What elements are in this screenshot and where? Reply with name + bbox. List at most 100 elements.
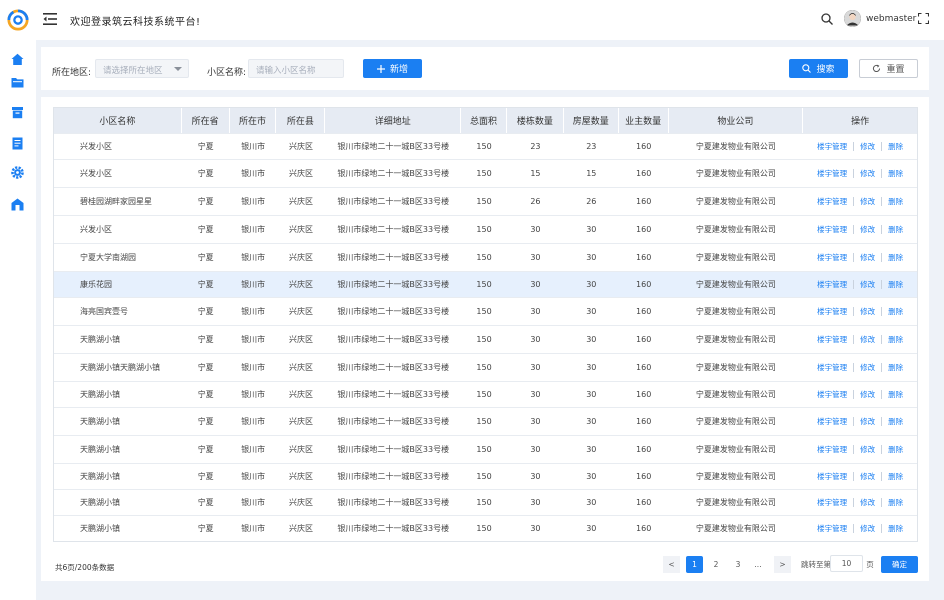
community-name-input[interactable]: 请输入小区名称 <box>248 59 344 78</box>
cell-area: 150 <box>476 253 492 262</box>
table-row[interactable]: 天鹏湖小镇 宁夏 银川市 兴庆区 银川市绿地二十一城B区33号楼 150 30 30 160 宁夏… <box>54 515 917 541</box>
avatar[interactable] <box>844 10 861 27</box>
table-row[interactable]: 兴发小区 宁夏 银川市 兴庆区 银川市绿地二十一城B区33号楼 150 30 30 160 宁夏建… <box>54 215 917 243</box>
edit-link[interactable]: 修改 <box>860 362 875 373</box>
delete-link[interactable]: 删除 <box>888 334 903 345</box>
action-divider <box>853 335 855 344</box>
table-row[interactable]: 天鹏湖小镇 宁夏 银川市 兴庆区 银川市绿地二十一城B区33号楼 150 30 30 160 宁夏… <box>54 407 917 435</box>
action-divider <box>853 498 855 507</box>
edit-link[interactable]: 修改 <box>860 389 875 400</box>
building-manage-link[interactable]: 楼宇管理 <box>817 389 847 400</box>
edit-link[interactable]: 修改 <box>860 168 875 179</box>
logo-icon <box>7 9 29 31</box>
delete-link[interactable]: 删除 <box>888 471 903 482</box>
table-row[interactable]: 海亮国宾壹号 宁夏 银川市 兴庆区 银川市绿地二十一城B区33号楼 150 30 30 160 宁… <box>54 297 917 325</box>
table-row[interactable]: 宁夏大学南湖园 宁夏 银川市 兴庆区 银川市绿地二十一城B区33号楼 150 30 30 160… <box>54 243 917 271</box>
row-actions: 楼宇管理 修改 删除 <box>803 523 917 534</box>
building-manage-link[interactable]: 楼宇管理 <box>817 362 847 373</box>
delete-link[interactable]: 删除 <box>888 444 903 455</box>
delete-link[interactable]: 删除 <box>888 523 903 534</box>
table-row[interactable]: 天鹏湖小镇 宁夏 银川市 兴庆区 银川市绿地二十一城B区33号楼 150 30 30 160 宁夏… <box>54 463 917 489</box>
region-select[interactable]: 请选择所在地区 <box>95 59 189 78</box>
building-manage-link[interactable]: 楼宇管理 <box>817 252 847 263</box>
building-manage-link[interactable]: 楼宇管理 <box>817 444 847 455</box>
jump-page-input[interactable]: 10 <box>830 555 863 572</box>
home-icon[interactable] <box>11 53 24 66</box>
building-manage-link[interactable]: 楼宇管理 <box>817 224 847 235</box>
edit-link[interactable]: 修改 <box>860 141 875 152</box>
edit-link[interactable]: 修改 <box>860 196 875 207</box>
column-header: 所在市 <box>230 108 277 133</box>
edit-link[interactable]: 修改 <box>860 306 875 317</box>
edit-link[interactable]: 修改 <box>860 497 875 508</box>
action-divider <box>853 363 855 372</box>
page-3-button[interactable]: 3 <box>731 556 745 573</box>
table-row[interactable]: 天鹏湖小镇 宁夏 银川市 兴庆区 银川市绿地二十一城B区33号楼 150 30 30 160 宁夏… <box>54 435 917 463</box>
delete-link[interactable]: 删除 <box>888 279 903 290</box>
action-divider <box>881 335 883 344</box>
edit-link[interactable]: 修改 <box>860 471 875 482</box>
confirm-button[interactable]: 确定 <box>881 556 918 573</box>
delete-link[interactable]: 删除 <box>888 416 903 427</box>
action-divider <box>881 498 883 507</box>
reset-button[interactable]: 重置 <box>859 59 918 78</box>
edit-link[interactable]: 修改 <box>860 252 875 263</box>
building-manage-link[interactable]: 楼宇管理 <box>817 168 847 179</box>
delete-link[interactable]: 删除 <box>888 141 903 152</box>
delete-link[interactable]: 删除 <box>888 389 903 400</box>
building-manage-link[interactable]: 楼宇管理 <box>817 306 847 317</box>
username[interactable]: webmaster <box>866 14 916 24</box>
building-manage-link[interactable]: 楼宇管理 <box>817 334 847 345</box>
delete-link[interactable]: 删除 <box>888 497 903 508</box>
building-manage-link[interactable]: 楼宇管理 <box>817 497 847 508</box>
table-row[interactable]: 天鹏湖小镇天鹏湖小镇 宁夏 银川市 兴庆区 银川市绿地二十一城B区33号楼 150 30 30… <box>54 353 917 381</box>
cell-area: 150 <box>476 524 492 533</box>
fullscreen-icon[interactable] <box>918 13 929 24</box>
delete-link[interactable]: 删除 <box>888 168 903 179</box>
table-row[interactable]: 兴发小区 宁夏 银川市 兴庆区 银川市绿地二十一城B区33号楼 150 15 15 160 宁夏建… <box>54 159 917 187</box>
building-manage-link[interactable]: 楼宇管理 <box>817 471 847 482</box>
table-row[interactable]: 天鹏湖小镇 宁夏 银川市 兴庆区 银川市绿地二十一城B区33号楼 150 30 30 160 宁夏… <box>54 381 917 407</box>
building-manage-link[interactable]: 楼宇管理 <box>817 416 847 427</box>
building-manage-link[interactable]: 楼宇管理 <box>817 523 847 534</box>
edit-link[interactable]: 修改 <box>860 224 875 235</box>
action-divider <box>853 197 855 206</box>
archive-icon[interactable] <box>11 106 24 119</box>
cell-houses: 26 <box>586 197 597 206</box>
edit-link[interactable]: 修改 <box>860 279 875 290</box>
building-manage-link[interactable]: 楼宇管理 <box>817 196 847 207</box>
building-manage-link[interactable]: 楼宇管理 <box>817 141 847 152</box>
prev-page-button[interactable]: < <box>663 556 680 573</box>
edit-link[interactable]: 修改 <box>860 444 875 455</box>
column-header: 小区名称 <box>54 108 182 133</box>
action-divider <box>853 307 855 316</box>
menu-toggle-icon[interactable] <box>43 13 57 25</box>
delete-link[interactable]: 删除 <box>888 252 903 263</box>
document-icon[interactable] <box>11 137 24 150</box>
delete-link[interactable]: 删除 <box>888 224 903 235</box>
jump-label: 跳转至第 <box>801 560 831 569</box>
page-2-button[interactable]: 2 <box>709 556 723 573</box>
search-icon[interactable] <box>821 13 833 25</box>
table-row[interactable]: 康乐花园 宁夏 银川市 兴庆区 银川市绿地二十一城B区33号楼 150 30 30 160 宁夏建… <box>54 271 917 297</box>
add-button[interactable]: 新增 <box>363 59 422 78</box>
cell-area: 150 <box>476 363 492 372</box>
edit-link[interactable]: 修改 <box>860 334 875 345</box>
building-icon[interactable] <box>11 198 24 211</box>
community-table: 小区名称 所在省 所在市 所在县 详细地址 总面积 楼栋数量 房屋数量 业主数量 物业公司 操作 兴… <box>53 107 918 542</box>
search-button[interactable]: 搜索 <box>789 59 848 78</box>
edit-link[interactable]: 修改 <box>860 523 875 534</box>
delete-link[interactable]: 删除 <box>888 306 903 317</box>
settings-icon[interactable] <box>11 166 24 179</box>
page-1-button[interactable]: 1 <box>686 556 703 573</box>
folder-icon[interactable] <box>11 76 24 89</box>
table-row[interactable]: 天鹏湖小镇 宁夏 银川市 兴庆区 银川市绿地二十一城B区33号楼 150 30 30 160 宁夏… <box>54 325 917 353</box>
edit-link[interactable]: 修改 <box>860 416 875 427</box>
delete-link[interactable]: 删除 <box>888 196 903 207</box>
table-row[interactable]: 天鹏湖小镇 宁夏 银川市 兴庆区 银川市绿地二十一城B区33号楼 150 30 30 160 宁夏… <box>54 489 917 515</box>
table-row[interactable]: 兴发小区 宁夏 银川市 兴庆区 银川市绿地二十一城B区33号楼 150 23 23 160 宁夏建… <box>54 133 917 159</box>
delete-link[interactable]: 删除 <box>888 362 903 373</box>
next-page-button[interactable]: > <box>774 556 791 573</box>
table-row[interactable]: 碧桂园湖畔家园星星 宁夏 银川市 兴庆区 银川市绿地二十一城B区33号楼 150 26 26 1… <box>54 187 917 215</box>
building-manage-link[interactable]: 楼宇管理 <box>817 279 847 290</box>
